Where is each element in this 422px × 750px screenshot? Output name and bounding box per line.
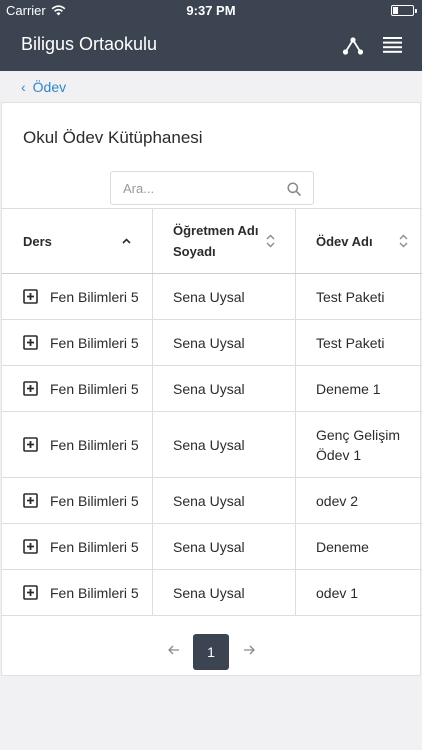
ogretmen-text: Sena Uysal <box>173 436 245 453</box>
plus-square-icon[interactable] <box>23 539 38 554</box>
plus-square-icon[interactable] <box>23 335 38 350</box>
cell-ogretmen: Sena Uysal <box>153 570 296 615</box>
column-header-odev[interactable]: Ödev Adı <box>296 209 422 273</box>
ogretmen-text: Sena Uysal <box>173 334 245 351</box>
odev-text: odev 2 <box>316 492 359 509</box>
search-icon[interactable] <box>287 182 301 196</box>
table-row[interactable]: Fen Bilimleri 5 Sena Uysal odev 2 <box>2 478 422 524</box>
ders-text: Fen Bilimleri 5 <box>50 436 139 453</box>
odev-text: Test Paketi <box>316 288 385 305</box>
breadcrumb-label[interactable]: Ödev <box>33 79 66 95</box>
cell-ogretmen: Sena Uysal <box>153 274 296 319</box>
plus-square-icon[interactable] <box>23 381 38 396</box>
cell-ogretmen: Sena Uysal <box>153 478 296 523</box>
table-row[interactable]: Fen Bilimleri 5 Sena Uysal Test Paketi <box>2 274 422 320</box>
search-input[interactable] <box>123 178 283 198</box>
search-box[interactable] <box>110 171 314 205</box>
table-row[interactable]: Fen Bilimleri 5 Sena Uysal Deneme 1 <box>2 366 422 412</box>
cell-ders: Fen Bilimleri 5 <box>2 366 153 411</box>
column-header-ogretmen[interactable]: Öğretmen Adı Soyadı <box>153 209 296 273</box>
table-header: Ders Öğretmen Adı Soyadı Ödev Adı <box>2 208 422 274</box>
table-row[interactable]: Fen Bilimleri 5 Sena Uysal Deneme <box>2 524 422 570</box>
cell-ders: Fen Bilimleri 5 <box>2 570 153 615</box>
app-bar: Biligus Ortaokulu <box>0 21 422 71</box>
battery-icon <box>391 5 417 16</box>
cell-odev: odev 1 <box>296 570 422 615</box>
cell-ogretmen: Sena Uysal <box>153 366 296 411</box>
ders-text: Fen Bilimleri 5 <box>50 584 139 601</box>
assignment-table: Ders Öğretmen Adı Soyadı Ödev Adı Fen Bi… <box>2 208 422 616</box>
cell-odev: odev 2 <box>296 478 422 523</box>
cell-ogretmen: Sena Uysal <box>153 320 296 365</box>
cell-ders: Fen Bilimleri 5 <box>2 524 153 569</box>
sort-updown-icon[interactable] <box>266 234 275 248</box>
column-label: Öğretmen Adı Soyadı <box>173 223 259 259</box>
cell-odev: Genç Gelişim Ödev 1 <box>296 412 422 477</box>
ogretmen-text: Sena Uysal <box>173 380 245 397</box>
plus-square-icon[interactable] <box>23 289 38 304</box>
ders-text: Fen Bilimleri 5 <box>50 492 139 509</box>
sort-updown-icon[interactable] <box>399 234 408 248</box>
status-time: 9:37 PM <box>186 3 236 18</box>
odev-text: Test Paketi <box>316 334 385 351</box>
cell-ders: Fen Bilimleri 5 <box>2 320 153 365</box>
ogretmen-text: Sena Uysal <box>173 584 245 601</box>
app-title: Biligus Ortaokulu <box>21 34 158 54</box>
cell-ders: Fen Bilimleri 5 <box>2 478 153 523</box>
column-label: Ödev Adı <box>316 233 373 249</box>
cell-ogretmen: Sena Uysal <box>153 412 296 477</box>
pagination: 1 <box>2 634 422 670</box>
ders-text: Fen Bilimleri 5 <box>50 288 139 305</box>
ders-text: Fen Bilimleri 5 <box>50 538 139 555</box>
ders-text: Fen Bilimleri 5 <box>50 334 139 351</box>
cell-odev: Test Paketi <box>296 320 422 365</box>
library-card: Okul Ödev Kütüphanesi Ders Öğretmen Adı … <box>1 102 422 676</box>
cell-ogretmen: Sena Uysal <box>153 524 296 569</box>
ogretmen-text: Sena Uysal <box>173 538 245 555</box>
odev-text: Deneme 1 <box>316 380 381 397</box>
ogretmen-text: Sena Uysal <box>173 492 245 509</box>
breadcrumb[interactable]: ‹ Ödev <box>21 78 66 96</box>
table-row[interactable]: Fen Bilimleri 5 Sena Uysal Genç Gelişim … <box>2 412 422 478</box>
table-row[interactable]: Fen Bilimleri 5 Sena Uysal Test Paketi <box>2 320 422 366</box>
cell-ders: Fen Bilimleri 5 <box>2 274 153 319</box>
arrow-right-icon[interactable] <box>242 643 256 657</box>
odev-text: odev 1 <box>316 584 359 601</box>
status-bar: Carrier 9:37 PM <box>0 0 422 21</box>
table-row[interactable]: Fen Bilimleri 5 Sena Uysal odev 1 <box>2 570 422 616</box>
column-header-ders[interactable]: Ders <box>2 209 153 273</box>
chevron-left-icon: ‹ <box>21 79 26 95</box>
cell-odev: Deneme <box>296 524 422 569</box>
page-button-current[interactable]: 1 <box>193 634 229 670</box>
list-menu-icon[interactable] <box>383 37 402 53</box>
chevron-up-icon[interactable] <box>122 238 131 244</box>
ogretmen-text: Sena Uysal <box>173 288 245 305</box>
odev-text: Genç Gelişim Ödev 1 <box>316 426 401 463</box>
arrow-left-icon[interactable] <box>167 643 181 657</box>
column-label: Ders <box>23 233 52 249</box>
cell-odev: Test Paketi <box>296 274 422 319</box>
ders-text: Fen Bilimleri 5 <box>50 380 139 397</box>
plus-square-icon[interactable] <box>23 493 38 508</box>
plus-square-icon[interactable] <box>23 437 38 452</box>
cell-ders: Fen Bilimleri 5 <box>2 412 153 477</box>
cell-odev: Deneme 1 <box>296 366 422 411</box>
plus-square-icon[interactable] <box>23 585 38 600</box>
share-network-icon[interactable] <box>342 36 364 56</box>
odev-text: Deneme <box>316 538 369 555</box>
card-title: Okul Ödev Kütüphanesi <box>23 128 203 147</box>
